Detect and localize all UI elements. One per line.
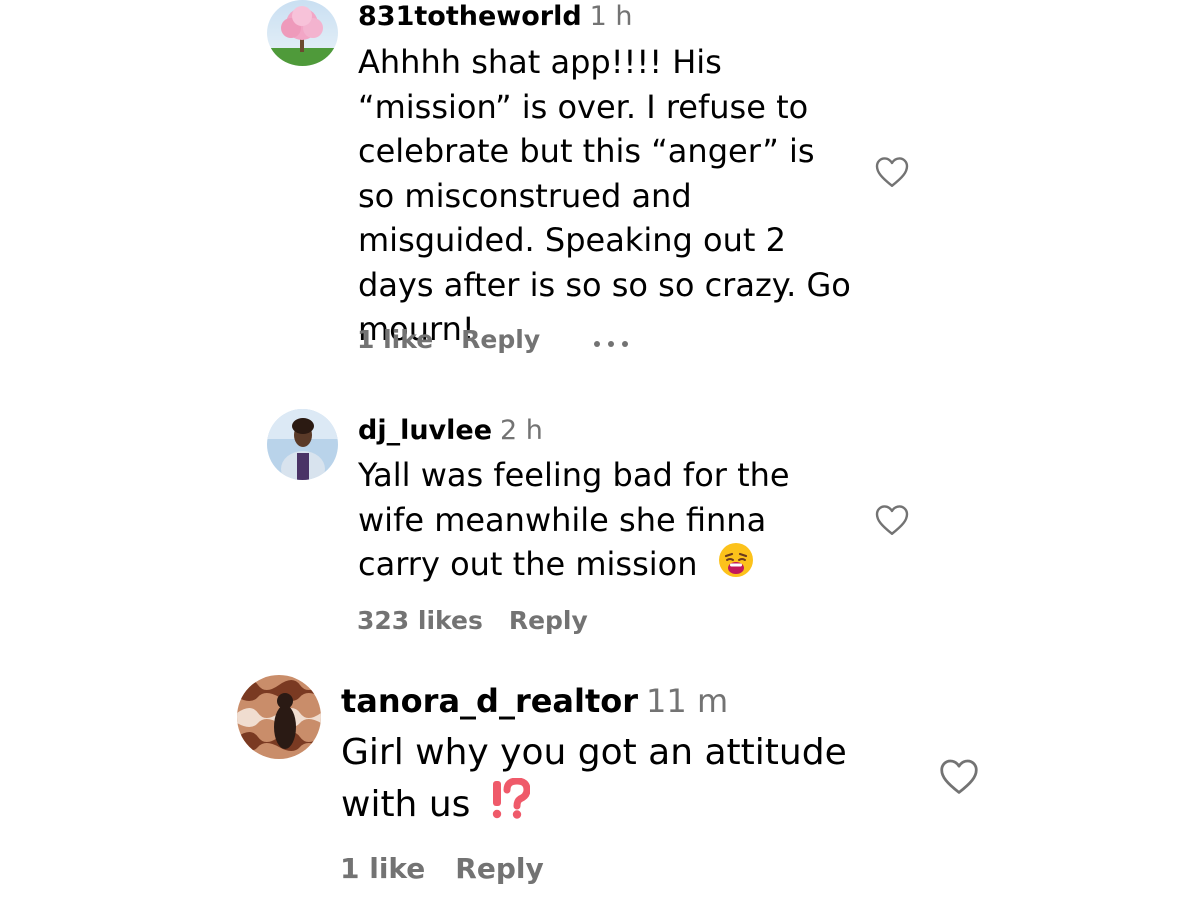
reply-button[interactable]: Reply	[509, 604, 588, 638]
comment-body: Yall was feeling bad for the wife meanwh…	[358, 453, 858, 590]
timestamp: 1 h	[589, 1, 633, 32]
heart-outline-icon[interactable]	[938, 757, 980, 795]
username[interactable]: tanora_d_realtor	[341, 682, 638, 720]
like-count[interactable]: 323 likes	[357, 604, 483, 638]
like-count[interactable]: 1 like	[340, 850, 425, 888]
reply-button[interactable]: Reply	[455, 850, 543, 888]
comment-actions: 1 like Reply	[357, 323, 630, 358]
username[interactable]: 831totheworld	[358, 1, 582, 32]
exclamation-question-mark-emoji	[490, 777, 531, 834]
like-count[interactable]: 1 like	[357, 323, 433, 357]
heart-outline-icon[interactable]	[874, 503, 910, 536]
avatar[interactable]	[267, 409, 338, 480]
comment-actions: 323 likes Reply	[357, 604, 588, 638]
heart-outline-icon[interactable]	[874, 155, 910, 188]
more-options-icon[interactable]	[592, 324, 630, 358]
comment-text: Girl why you got an attitude with us	[341, 732, 847, 825]
avatar[interactable]	[267, 0, 338, 66]
weary-face-emoji	[718, 542, 754, 590]
comment-text: Ahhhh shat app!!!! His “mission” is over…	[358, 43, 851, 348]
comment-header: tanora_d_realtor 11 m	[341, 682, 728, 720]
avatar[interactable]	[237, 675, 321, 759]
username[interactable]: dj_luvlee	[358, 415, 492, 446]
comment-header: 831totheworld 1 h	[358, 1, 633, 33]
comment-body: Girl why you got an attitude with us	[341, 727, 901, 834]
reply-button[interactable]: Reply	[461, 323, 540, 357]
timestamp: 11 m	[646, 682, 729, 720]
comment-header: dj_luvlee 2 h	[358, 415, 543, 447]
comment-actions: 1 like Reply	[340, 850, 544, 888]
timestamp: 2 h	[500, 415, 543, 446]
